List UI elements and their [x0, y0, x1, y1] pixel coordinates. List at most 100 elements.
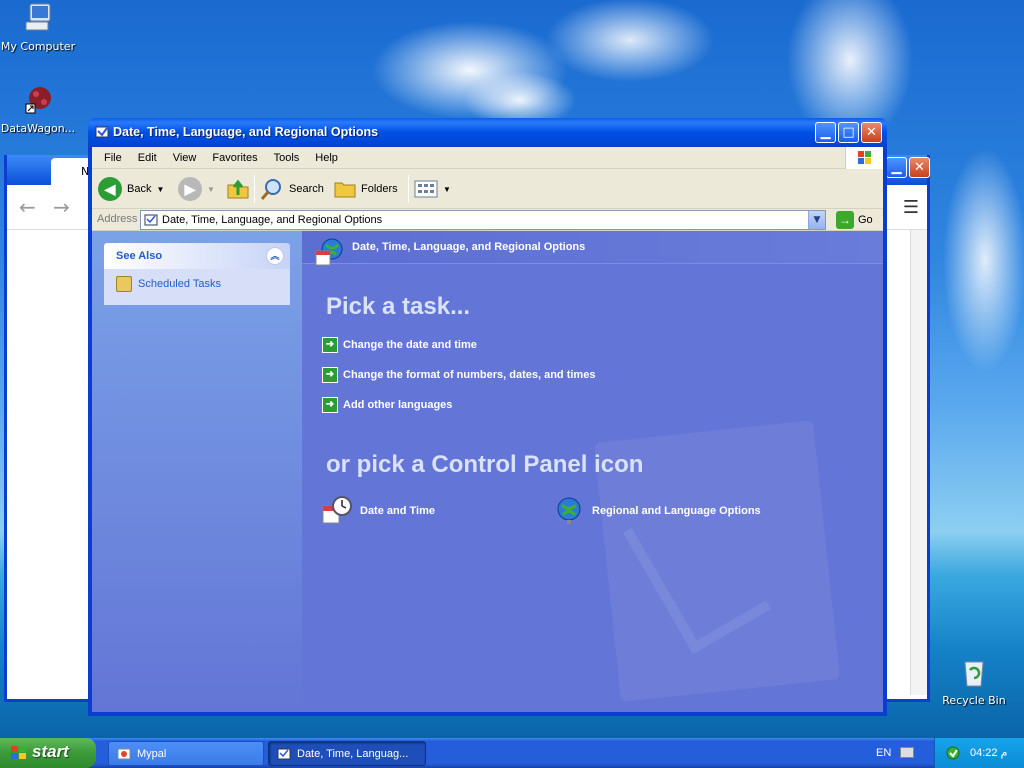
- category-pane: Date, Time, Language, and Regional Optio…: [302, 231, 883, 712]
- control-panel-window: Date, Time, Language, and Regional Optio…: [88, 118, 887, 716]
- folders-icon: [334, 182, 356, 198]
- clock-calendar-icon: [322, 496, 352, 524]
- toolbar: ◀ Back ▼ ▶ ▼ Search Folders ▼: [92, 169, 883, 209]
- back-arrow-icon[interactable]: ←: [19, 195, 43, 219]
- go-arrow-icon: →: [836, 211, 854, 229]
- start-button[interactable]: start: [0, 738, 96, 768]
- datawagon-label: DataWagon...: [0, 122, 76, 135]
- category-title: Date, Time, Language, and Regional Optio…: [352, 241, 586, 253]
- recycle-bin-label: Recycle Bin: [942, 694, 1006, 707]
- control-panel-small-icon: [144, 214, 158, 226]
- desktop: My Computer DataWagon... Recycle Bin Ne …: [0, 0, 1024, 738]
- see-also-title: See Also: [116, 250, 163, 262]
- address-input[interactable]: Date, Time, Language, and Regional Optio…: [140, 210, 826, 230]
- keyboard-icon[interactable]: [900, 747, 914, 758]
- taskbar-button-control-panel[interactable]: Date, Time, Languag...: [268, 741, 426, 766]
- up-folder-icon: [227, 179, 249, 199]
- views-dropdown-icon[interactable]: ▼: [443, 185, 451, 194]
- recycle-bin-shortcut[interactable]: Recycle Bin: [936, 656, 1012, 707]
- search-label: Search: [289, 183, 324, 195]
- start-label: start: [32, 742, 69, 761]
- maximize-button[interactable]: □: [838, 122, 859, 143]
- my-computer-shortcut[interactable]: My Computer: [0, 2, 76, 53]
- datawagon-icon: [25, 87, 51, 114]
- back-dropdown-icon[interactable]: ▼: [156, 185, 164, 194]
- task-add-languages[interactable]: ➜ Add other languages: [322, 397, 452, 413]
- pick-task-heading: Pick a task...: [326, 293, 471, 320]
- back-label: Back: [127, 183, 152, 195]
- titlebar[interactable]: Date, Time, Language, and Regional Optio…: [88, 118, 887, 147]
- see-also-item-scheduled-tasks[interactable]: Scheduled Tasks: [104, 269, 290, 305]
- scheduled-tasks-label: Scheduled Tasks: [138, 278, 221, 290]
- task-arrow-icon: ➜: [322, 367, 338, 383]
- address-dropdown-icon[interactable]: ▼: [808, 211, 825, 229]
- clock[interactable]: 04:22 م: [970, 746, 1007, 759]
- windows-logo-icon: [11, 746, 26, 759]
- menu-tools[interactable]: Tools: [266, 152, 308, 164]
- task-label: Change the format of numbers, dates, and…: [343, 369, 596, 381]
- see-also-panel: See Also ︽ Scheduled Tasks: [104, 243, 290, 305]
- go-button[interactable]: → Go: [836, 211, 873, 229]
- address-label: Address: [97, 213, 138, 225]
- folders-label: Folders: [361, 183, 398, 195]
- minimize-button[interactable]: ▁: [815, 122, 836, 143]
- taskbar-button-label: Mypal: [137, 748, 167, 760]
- system-tray: 04:22 م: [934, 738, 1024, 768]
- background-minimize-button[interactable]: ▁: [886, 157, 907, 178]
- menu-favorites[interactable]: Favorites: [204, 152, 265, 164]
- date-and-time-label: Date and Time: [360, 505, 435, 517]
- menu-help[interactable]: Help: [307, 152, 346, 164]
- task-pane: See Also ︽ Scheduled Tasks: [92, 231, 302, 712]
- menu-file[interactable]: File: [96, 152, 130, 164]
- task-label: Change the date and time: [343, 339, 477, 351]
- my-computer-label: My Computer: [0, 40, 76, 53]
- taskbar-button-label: Date, Time, Languag...: [297, 748, 409, 760]
- hamburger-menu-icon[interactable]: ☰: [903, 197, 919, 218]
- regional-language-options-item[interactable]: Regional and Language Options: [554, 496, 761, 526]
- views-icon: [414, 180, 438, 198]
- task-change-format[interactable]: ➜ Change the format of numbers, dates, a…: [322, 367, 595, 383]
- close-button[interactable]: ✕: [861, 122, 882, 143]
- content-area: See Also ︽ Scheduled Tasks Date, Time, L…: [92, 231, 883, 712]
- go-label: Go: [858, 214, 873, 226]
- datawagon-shortcut[interactable]: DataWagon...: [0, 84, 76, 135]
- language-indicator[interactable]: EN: [876, 747, 891, 759]
- pick-icon-heading: or pick a Control Panel icon: [326, 451, 644, 478]
- task-label: Add other languages: [343, 399, 453, 411]
- address-value: Date, Time, Language, and Regional Optio…: [162, 214, 383, 226]
- taskbar: start Mypal Date, Time, Languag... EN 04…: [0, 738, 1024, 768]
- taskbar-button-mypal[interactable]: Mypal: [108, 741, 264, 766]
- forward-dropdown-icon: ▼: [207, 184, 215, 194]
- up-folder-button[interactable]: [226, 175, 250, 203]
- computer-icon: [25, 3, 51, 31]
- address-bar: Address Date, Time, Language, and Region…: [92, 209, 883, 231]
- tray-app-icon[interactable]: [945, 745, 961, 761]
- forward-icon: ▶: [178, 177, 202, 201]
- window-title: Date, Time, Language, and Regional Optio…: [113, 125, 379, 139]
- task-change-date-time[interactable]: ➜ Change the date and time: [322, 337, 477, 353]
- control-panel-taskbar-icon: [277, 748, 291, 760]
- folders-button[interactable]: Folders: [334, 175, 398, 203]
- date-and-time-item[interactable]: Date and Time: [322, 496, 435, 526]
- background-close-button[interactable]: ✕: [909, 157, 930, 178]
- search-button[interactable]: Search: [260, 175, 324, 203]
- menu-view[interactable]: View: [165, 152, 205, 164]
- task-arrow-icon: ➜: [322, 337, 338, 353]
- menu-edit[interactable]: Edit: [130, 152, 165, 164]
- see-also-header[interactable]: See Also ︽: [104, 243, 290, 269]
- views-button[interactable]: ▼: [414, 175, 451, 203]
- background-scrollbar[interactable]: [910, 230, 927, 695]
- collapse-chevron-icon[interactable]: ︽: [266, 247, 284, 265]
- menu-bar: File Edit View Favorites Tools Help: [92, 147, 883, 169]
- regional-language-options-label: Regional and Language Options: [592, 505, 761, 517]
- back-button[interactable]: ◀ Back ▼: [98, 175, 164, 203]
- back-icon: ◀: [98, 177, 122, 201]
- forward-button[interactable]: ▶ ▼: [178, 175, 215, 203]
- task-arrow-icon: ➜: [322, 397, 338, 413]
- control-panel-icon: [95, 126, 109, 138]
- category-header: Date, Time, Language, and Regional Optio…: [302, 231, 883, 266]
- forward-arrow-icon[interactable]: →: [53, 195, 77, 219]
- windows-flag-icon: [845, 147, 883, 169]
- date-time-globe-icon: [315, 238, 343, 266]
- recycle-bin-icon: [964, 661, 984, 687]
